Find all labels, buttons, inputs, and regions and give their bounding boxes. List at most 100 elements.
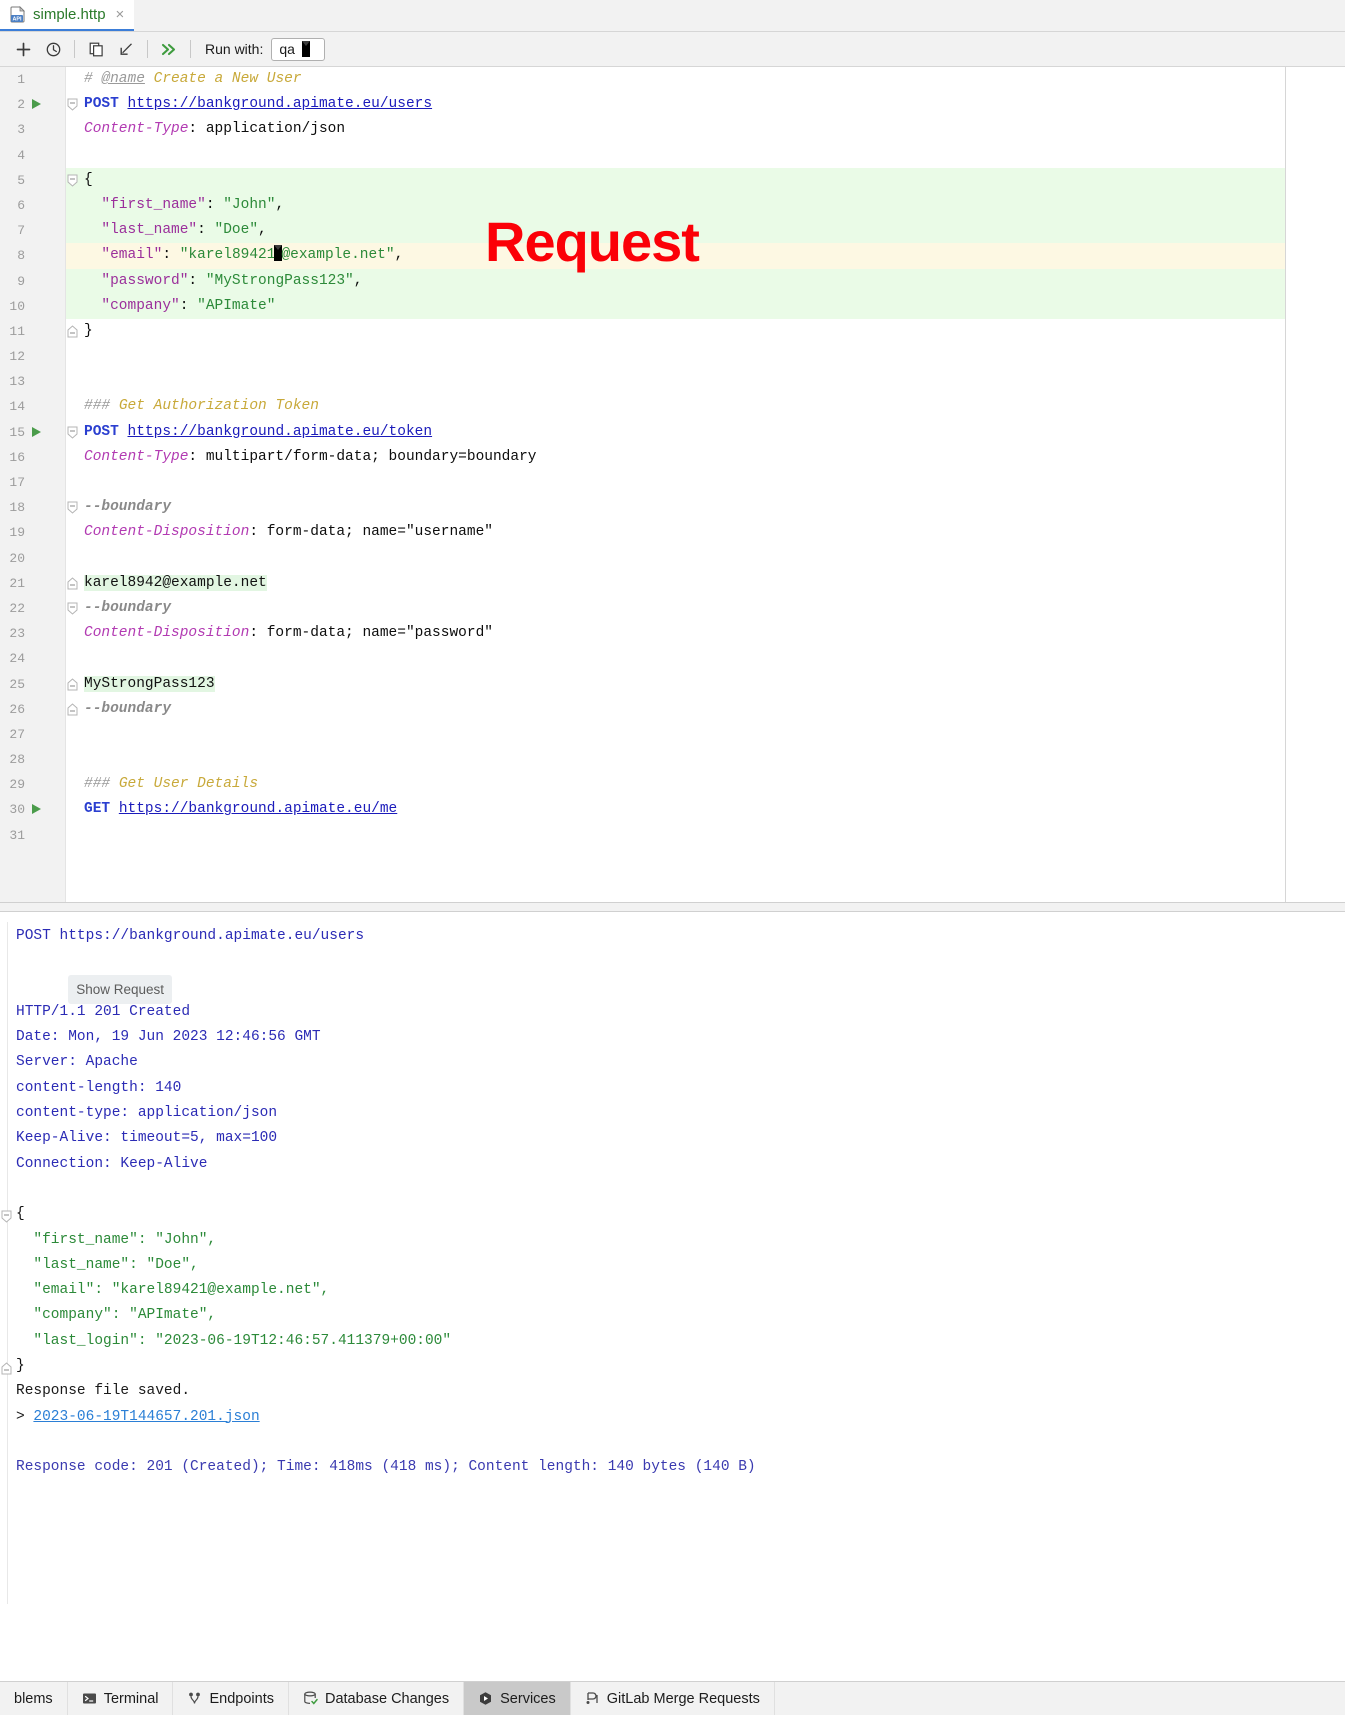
code-line-29[interactable]: ### Get User Details (66, 772, 1344, 797)
code-line-8[interactable]: "email": "karel89421 @example.net", (66, 243, 1344, 269)
response-status-line: Response code: 201 (Created); Time: 418m… (16, 1459, 756, 1476)
fold-close-icon[interactable] (67, 703, 78, 716)
statusbar-item-terminal[interactable]: Terminal (68, 1682, 174, 1715)
statusbar-item-database-changes[interactable]: Database Changes (289, 1682, 465, 1715)
code-line-31[interactable] (66, 823, 1344, 848)
run-all-requests-button[interactable] (154, 36, 184, 62)
history-icon[interactable] (38, 36, 68, 62)
code-line-18[interactable]: --boundary (66, 495, 1344, 520)
fold-open-icon[interactable] (67, 174, 78, 187)
token: Content-Disposition (84, 524, 250, 541)
fold-open-icon[interactable] (67, 602, 78, 615)
line-number: 26 (9, 701, 25, 717)
gutter-line-17: 17 (0, 470, 65, 495)
line-number: 1 (17, 72, 25, 87)
tab-simple-http[interactable]: API simple.http × (0, 0, 135, 31)
code-line-20[interactable] (66, 546, 1344, 571)
response-body-text: { (16, 1206, 25, 1223)
copy-icon[interactable] (81, 36, 111, 62)
response-pane: POST https://bankground.apimate.eu/users… (0, 912, 1345, 1664)
token: ### (84, 398, 119, 415)
code-line-21[interactable]: karel8942@example.net (66, 571, 1344, 596)
add-request-button[interactable] (8, 36, 38, 62)
code-line-13[interactable] (66, 369, 1344, 394)
code-line-text: POST https://bankground.apimate.eu/token (74, 424, 432, 440)
fold-open-icon[interactable] (1, 1208, 12, 1223)
statusbar-item-gitlab-merge-requests[interactable]: GitLab Merge Requests (571, 1682, 775, 1715)
editor-tabbar: API simple.http × (0, 0, 1345, 32)
services-icon (478, 1691, 493, 1706)
response-header-line: Date: Mon, 19 Jun 2023 12:46:56 GMT (16, 1029, 321, 1046)
run-request-icon[interactable] (32, 804, 41, 815)
code-line-12[interactable] (66, 344, 1344, 369)
editor-response-splitter[interactable] (0, 902, 1345, 912)
code-line-5[interactable]: { (66, 167, 1344, 193)
code-line-text: Content-Disposition: form-data; name="pa… (74, 625, 493, 641)
code-line-26[interactable]: --boundary (66, 697, 1344, 722)
token: GET (84, 801, 111, 818)
editor-code-area[interactable]: # @name Create a New User POST https://ba… (66, 67, 1345, 902)
saved-file-link[interactable]: 2023-06-19T144657.201.json (33, 1409, 259, 1425)
code-line-6[interactable]: "first_name": "John", (66, 192, 1344, 219)
code-line-30[interactable]: GET https://bankground.apimate.eu/me (66, 797, 1344, 822)
line-number: 15 (9, 424, 25, 440)
run-request-icon[interactable] (32, 426, 41, 437)
gutter-line-26: 26 (0, 697, 65, 722)
gutter-line-4: 4 (0, 143, 65, 168)
statusbar-item-blems[interactable]: blems (0, 1682, 68, 1715)
editor-gutter[interactable]: 1 2 3 4 5 6 7 8 9 10 11 12 13 14 15 16 17 18 19 20 21 22 23 24 2… (0, 67, 66, 902)
code-line-9[interactable]: "password": "MyStrongPass123", (66, 268, 1344, 294)
code-line-10[interactable]: "company": "APImate" (66, 293, 1344, 319)
code-line-22[interactable]: --boundary (66, 596, 1344, 621)
code-line-19[interactable]: Content-Disposition: form-data; name="us… (66, 520, 1344, 545)
fold-close-icon[interactable] (67, 577, 78, 590)
code-line-11[interactable]: } (66, 319, 1344, 344)
code-line-17[interactable] (66, 470, 1344, 495)
code-line-2[interactable]: POST https://bankground.apimate.eu/users (66, 92, 1344, 117)
fold-open-icon[interactable] (67, 98, 78, 111)
statusbar-item-services[interactable]: Services (464, 1682, 571, 1715)
code-line-14[interactable]: ### Get Authorization Token (66, 394, 1344, 419)
line-number: 18 (9, 500, 25, 516)
code-line-7[interactable]: "last_name": "Doe", (66, 218, 1344, 244)
code-line-text: karel8942@example.net (74, 574, 267, 591)
line-number: 23 (9, 626, 25, 642)
token: POST (84, 96, 119, 113)
fold-close-icon[interactable] (67, 677, 78, 691)
code-line-text: "last_name": "Doe", (74, 222, 266, 239)
fold-open-icon[interactable] (67, 426, 78, 439)
close-icon[interactable]: × (116, 7, 125, 22)
code-line-text: MyStrongPass123 (74, 675, 215, 692)
code-line-25[interactable]: MyStrongPass123 (66, 672, 1344, 697)
code-line-16[interactable]: Content-Type: multipart/form-data; bound… (66, 445, 1344, 470)
response-body-line: "first_name": "John", (16, 1231, 217, 1248)
environment-select[interactable]: qa (271, 37, 326, 61)
code-line-24[interactable] (66, 646, 1344, 671)
run-request-icon[interactable] (32, 99, 41, 110)
code-line-4[interactable] (66, 143, 1344, 168)
code-line-28[interactable] (66, 747, 1344, 772)
fold-close-icon[interactable] (1, 1360, 12, 1375)
code-line-3[interactable]: Content-Type: application/json (66, 117, 1344, 142)
token: Get Authorization Token (118, 398, 319, 415)
response-header-line: Keep-Alive: timeout=5, max=100 (16, 1130, 278, 1147)
code-line-23[interactable]: Content-Disposition: form-data; name="pa… (66, 621, 1344, 646)
code-line-27[interactable] (66, 722, 1344, 747)
gutter-line-18: 18 (0, 495, 65, 520)
gutter-line-22: 22 (0, 596, 65, 621)
toolbar-divider (74, 40, 75, 58)
editor-right-margin (1285, 67, 1345, 902)
token: "last_name" (84, 222, 198, 239)
code-line-15[interactable]: POST https://bankground.apimate.eu/token (66, 420, 1344, 445)
import-icon[interactable] (111, 36, 141, 62)
code-line-1[interactable]: # @name Create a New User (66, 67, 1344, 92)
fold-close-icon[interactable] (67, 325, 78, 338)
line-number: 17 (9, 475, 25, 490)
token: MyStrongPass123 (84, 675, 215, 692)
environment-value: qa (279, 41, 295, 57)
line-number: 20 (9, 550, 25, 566)
statusbar-item-endpoints[interactable]: Endpoints (173, 1682, 289, 1715)
fold-open-icon[interactable] (67, 501, 78, 514)
response-body-line: { (0, 1202, 1345, 1227)
